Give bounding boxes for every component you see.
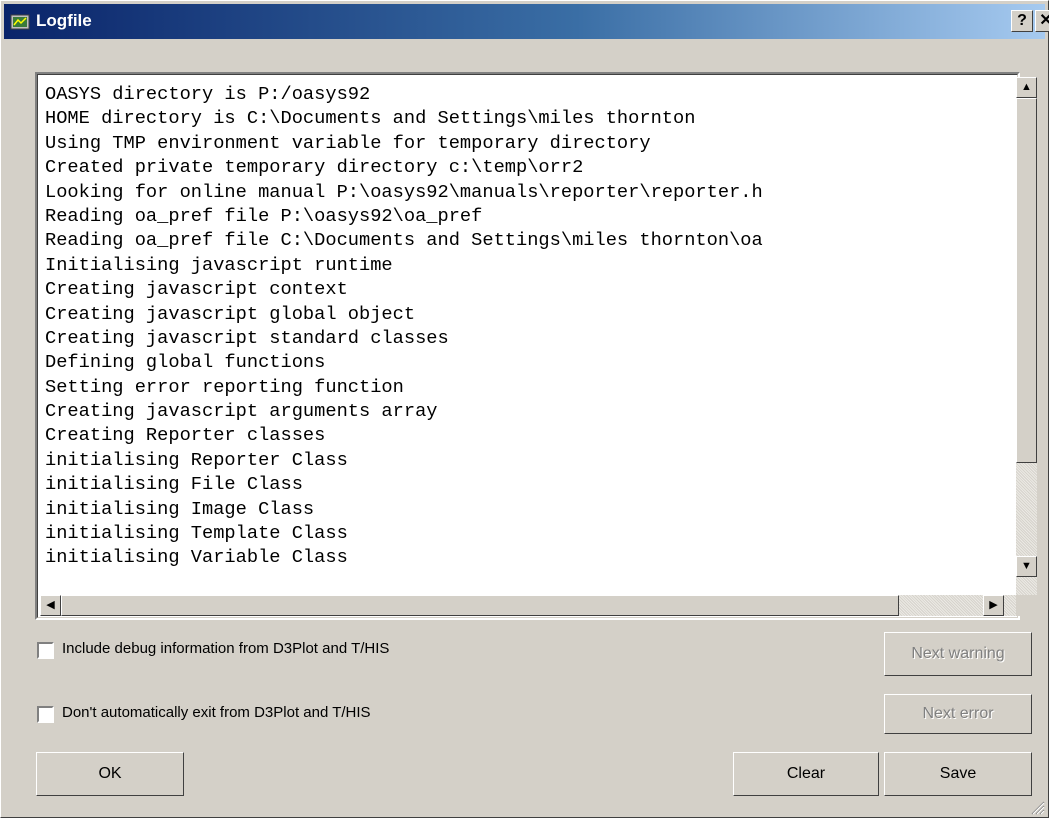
log-line: Initialising javascript runtime xyxy=(45,253,393,276)
close-button[interactable]: ✕ xyxy=(1035,10,1049,32)
log-line: OASYS directory is P:/oasys92 xyxy=(45,83,371,105)
horizontal-scrollbar[interactable]: ◀ ▶ xyxy=(40,595,1016,616)
clear-button[interactable]: Clear xyxy=(733,752,879,796)
no-auto-exit-checkbox[interactable] xyxy=(37,706,54,723)
log-line: Setting error reporting function xyxy=(45,375,404,398)
log-text-area[interactable]: OASYS directory is P:/oasys92 HOME direct… xyxy=(35,72,1037,620)
log-line: Defining global functions xyxy=(45,351,326,374)
logfile-window: Logfile ? ✕ OASYS directory is P:/oasys9… xyxy=(0,0,1049,818)
ok-button[interactable]: OK xyxy=(36,752,184,796)
log-content: OASYS directory is P:/oasys92 HOME direct… xyxy=(45,82,1005,587)
save-button[interactable]: Save xyxy=(884,752,1032,796)
log-line: initialising Variable Class xyxy=(45,546,348,569)
log-line: Reading oa_pref file P:\oasys92\oa_pref xyxy=(45,204,483,227)
help-button[interactable]: ? xyxy=(1011,10,1033,32)
scroll-left-arrow-icon[interactable]: ◀ xyxy=(40,595,61,616)
log-line: initialising Template Class xyxy=(45,522,348,545)
log-line: Looking for online manual P:\oasys92\man… xyxy=(45,180,763,203)
scroll-right-arrow-icon[interactable]: ▶ xyxy=(983,595,1004,616)
scrollbar-corner xyxy=(1016,595,1037,616)
vertical-scrollbar[interactable]: ▲ ▼ xyxy=(1016,77,1037,598)
horizontal-scroll-thumb[interactable] xyxy=(61,595,899,616)
scroll-down-arrow-icon[interactable]: ▼ xyxy=(1016,556,1037,577)
debug-info-label: Include debug information from D3Plot an… xyxy=(62,640,390,657)
no-auto-exit-label: Don't automatically exit from D3Plot and… xyxy=(62,704,371,721)
log-line: Creating javascript context xyxy=(45,278,348,301)
log-line: Using TMP environment variable for tempo… xyxy=(45,131,651,154)
log-line: Created private temporary directory c:\t… xyxy=(45,156,584,179)
next-warning-button[interactable]: Next warning xyxy=(884,632,1032,676)
log-line: Creating Reporter classes xyxy=(45,424,326,447)
log-line: HOME directory is C:\Documents and Setti… xyxy=(45,107,696,130)
log-line: Reading oa_pref file C:\Documents and Se… xyxy=(45,229,763,252)
window-title: Logfile xyxy=(36,11,92,30)
app-icon xyxy=(10,14,30,30)
log-line: Creating javascript global object xyxy=(45,302,416,325)
log-line: initialising File Class xyxy=(45,473,303,496)
debug-info-checkbox[interactable] xyxy=(37,642,54,659)
log-line: Creating javascript arguments array xyxy=(45,400,438,423)
resize-grip-icon[interactable] xyxy=(1027,797,1045,815)
log-line: initialising Reporter Class xyxy=(45,448,348,471)
next-error-button[interactable]: Next error xyxy=(884,694,1032,734)
scroll-up-arrow-icon[interactable]: ▲ xyxy=(1016,77,1037,98)
vertical-scroll-thumb[interactable] xyxy=(1016,98,1037,463)
title-bar[interactable]: Logfile ? ✕ xyxy=(4,4,1049,39)
log-line: initialising Image Class xyxy=(45,497,315,520)
log-line: Creating javascript standard classes xyxy=(45,326,449,349)
